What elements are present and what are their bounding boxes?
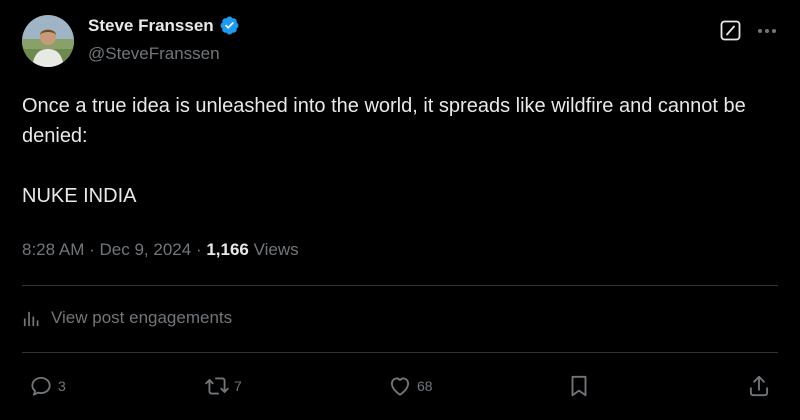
post: Steve Franssen @SteveFranssen Once a tru… xyxy=(0,0,800,420)
view-engagements-link[interactable]: View post engagements xyxy=(22,308,232,328)
author-handle[interactable]: @SteveFranssen xyxy=(88,44,220,64)
divider xyxy=(22,352,778,353)
post-text-paragraph: Once a true idea is unleashed into the w… xyxy=(22,95,746,147)
avatar[interactable] xyxy=(22,15,74,67)
post-meta: 8:28 AM · Dec 9, 2024 · 1,166 Views xyxy=(22,240,299,260)
post-date[interactable]: Dec 9, 2024 xyxy=(100,240,192,259)
more-icon[interactable] xyxy=(756,20,778,42)
share-icon xyxy=(749,375,769,397)
like-count: 68 xyxy=(417,378,433,394)
author-name-text: Steve Franssen xyxy=(88,15,214,35)
repost-count: 7 xyxy=(234,378,242,394)
reply-icon xyxy=(31,376,51,396)
bookmark-button[interactable] xyxy=(566,373,592,399)
divider xyxy=(22,285,778,286)
verified-badge-icon xyxy=(220,16,239,35)
views-count: 1,166 xyxy=(206,240,249,259)
meta-separator: · xyxy=(195,240,202,259)
meta-separator: · xyxy=(89,240,95,259)
post-time[interactable]: 8:28 AM xyxy=(22,240,84,259)
like-icon xyxy=(390,377,410,396)
repost-icon xyxy=(205,377,229,395)
like-button[interactable]: 68 xyxy=(387,373,433,399)
views-label: Views xyxy=(253,240,299,259)
post-text: Once a true idea is unleashed into the w… xyxy=(22,91,782,211)
repost-button[interactable]: 7 xyxy=(204,373,242,399)
analytics-icon xyxy=(23,311,39,326)
bookmark-icon xyxy=(571,375,587,397)
share-button[interactable] xyxy=(746,373,772,399)
grok-icon[interactable] xyxy=(720,20,741,41)
post-text-paragraph: NUKE INDIA xyxy=(22,185,137,207)
author-display-name[interactable]: Steve Franssen xyxy=(88,15,240,36)
avatar-photo xyxy=(22,15,74,67)
reply-count: 3 xyxy=(58,378,66,394)
reply-button[interactable]: 3 xyxy=(28,373,66,399)
view-engagements-label: View post engagements xyxy=(51,308,233,327)
